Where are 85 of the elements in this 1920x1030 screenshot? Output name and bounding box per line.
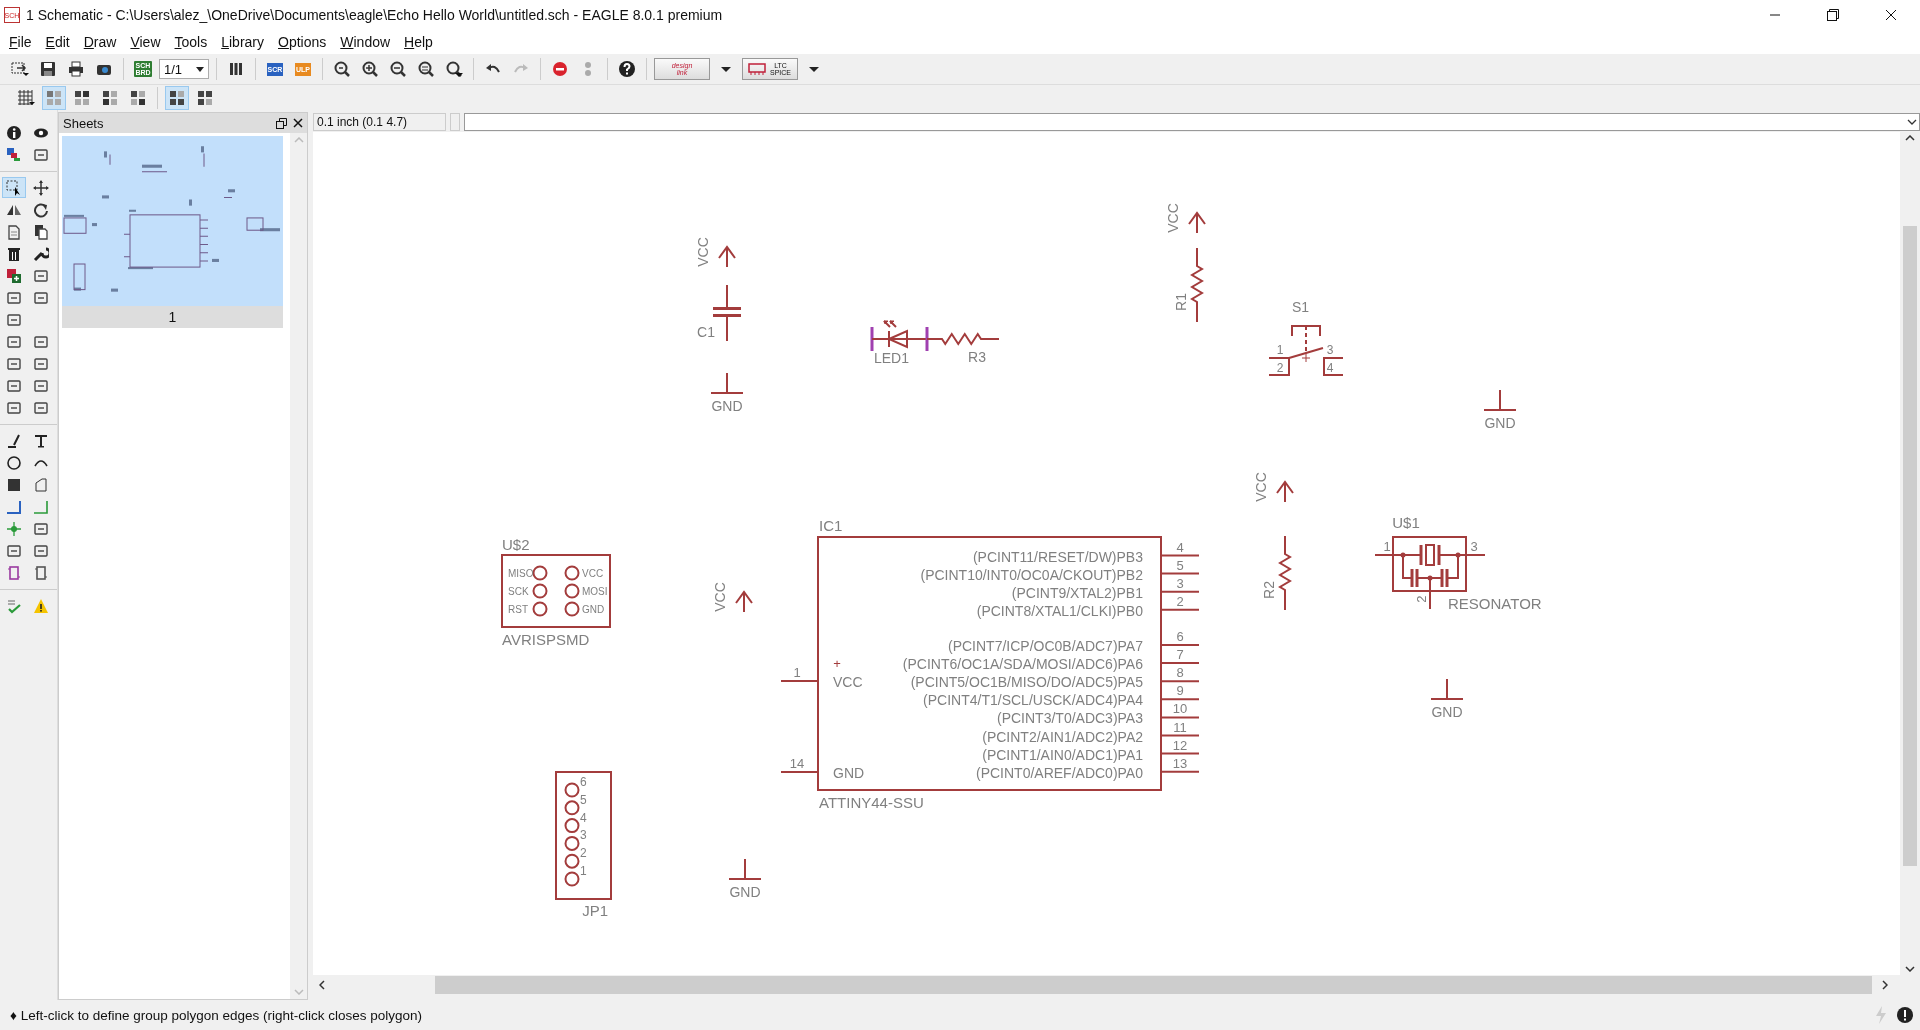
menu-item[interactable]: Help <box>397 34 440 50</box>
pin-name: MISO <box>508 568 534 579</box>
pin-name: RST <box>508 604 528 615</box>
sheet-item[interactable]: 1 <box>62 136 283 328</box>
menu-item[interactable]: Options <box>271 34 334 50</box>
part-name: R2 <box>1261 581 1277 599</box>
supply-mark: + <box>833 656 841 671</box>
part-value: AVRISPSMD <box>502 631 590 648</box>
coordinate-display: 0.1 inch (0.1 4.7) <box>313 113 446 131</box>
sheet-dropdown[interactable]: 1/1 <box>159 59 209 79</box>
pin-number: 12 <box>1172 737 1188 753</box>
pin-number: 3 <box>580 828 587 843</box>
pin-number: 5 <box>1176 557 1184 573</box>
part-name: C1 <box>697 324 715 340</box>
pin-number: 8 <box>1176 665 1184 681</box>
net-label: GND <box>1484 415 1516 431</box>
pin-name: (PCINT9/XTAL2)PB1 <box>1011 584 1143 601</box>
pin-number: 7 <box>1176 647 1184 663</box>
pin-name: (PCINT11/RESET/DW)PB3 <box>972 548 1143 565</box>
pin-number: 1 <box>1276 343 1284 357</box>
pin-name: GND <box>582 604 605 615</box>
pin-name: SCK <box>508 586 529 597</box>
pin-number: 6 <box>580 775 587 789</box>
part-name: JP1 <box>582 902 608 919</box>
part-name: S1 <box>1292 299 1310 315</box>
pin-name: (PCINT8/XTAL1/CLKI)PB0 <box>976 602 1143 619</box>
pin-name: MOSI <box>582 586 608 597</box>
pin-name: (PCINT2/AIN1/ADC2)PA2 <box>982 728 1143 745</box>
net-label: VCC <box>712 582 728 612</box>
menu-item[interactable]: Edit <box>38 34 77 50</box>
pin-number: 1 <box>1383 539 1391 554</box>
part-name: LED1 <box>874 350 910 366</box>
pin-name: (PCINT7/ICP/OC0B/ADC7)PA7 <box>948 638 1143 654</box>
net-label: GND <box>1431 704 1463 720</box>
part-name: IC1 <box>819 517 843 534</box>
pin-number: 1 <box>580 864 587 878</box>
pin-number: 14 <box>789 756 805 771</box>
pin-name: (PCINT5/OC1B/MISO/DO/ADC5)PA5 <box>910 674 1143 691</box>
menu-item[interactable]: Window <box>333 34 398 50</box>
pin-number: 4 <box>580 810 587 825</box>
menu-item[interactable]: Tools <box>167 34 215 50</box>
window-title: 1 Schematic - C:\Users\alez_\OneDrive\Documents\eagle\Echo Hello World\untitled.sch - EAGLE 8.0.1 premium <box>26 7 724 23</box>
part-value: RESONATOR <box>1448 595 1542 612</box>
net-label: VCC <box>1253 472 1269 502</box>
pin-number: 4 <box>1176 539 1184 555</box>
pin-number: 3 <box>1176 575 1184 591</box>
pin-number: 11 <box>1173 719 1187 735</box>
pin-name: (PCINT6/OC1A/SDA/MOSI/ADC6)PA6 <box>902 656 1143 673</box>
pin-number: 2 <box>1176 593 1184 609</box>
pin-number: 6 <box>1176 629 1184 644</box>
pin-number: 3 <box>1470 539 1478 554</box>
pin-number: 1 <box>793 665 801 680</box>
net-label: GND <box>729 884 761 900</box>
pin-name: VCC <box>833 674 863 690</box>
net-label: GND <box>711 398 743 414</box>
pin-name: (PCINT0/AREF/ADC0)PA0 <box>976 764 1143 781</box>
menu-item[interactable]: Library <box>214 34 271 50</box>
panel-title: Sheets <box>63 115 105 131</box>
part-name: R3 <box>968 349 986 365</box>
part-name: R1 <box>1173 293 1189 311</box>
part-name: U$2 <box>502 536 530 553</box>
menu-item[interactable]: File <box>2 34 39 50</box>
pin-name: (PCINT10/INT0/OC0A/CKOUT)PB2 <box>920 566 1143 583</box>
menu-item[interactable]: Draw <box>76 34 124 50</box>
pin-name: VCC <box>582 568 604 579</box>
net-label: VCC <box>1165 203 1181 233</box>
pin-name: (PCINT3/T0/ADC3)PA3 <box>997 710 1143 727</box>
status-message: ♦ Left-click to define group polygon edges (right-click closes polygon) <box>10 1007 424 1023</box>
pin-name: (PCINT4/T1/SCL/USCK/ADC4)PA4 <box>923 692 1143 709</box>
pin-name: GND <box>833 765 865 781</box>
pin-number: 3 <box>1326 343 1334 357</box>
pin-number: 5 <box>580 792 587 807</box>
pin-number: 2 <box>1413 595 1429 603</box>
part-value: ATTINY44-SSU <box>819 794 924 811</box>
pin-number: 4 <box>1326 361 1334 375</box>
pin-number: 10 <box>1172 701 1188 717</box>
part-name: U$1 <box>1392 514 1420 531</box>
pin-number: 2 <box>580 846 587 861</box>
pin-number: 2 <box>1276 361 1284 375</box>
net-label: VCC <box>695 237 711 267</box>
sheet-label: 1 <box>167 308 178 327</box>
pin-number: 9 <box>1176 683 1184 699</box>
pin-name: (PCINT1/AIN0/ADC1)PA1 <box>982 746 1143 763</box>
menu-item[interactable]: View <box>123 34 168 50</box>
pin-number: 13 <box>1172 755 1188 771</box>
